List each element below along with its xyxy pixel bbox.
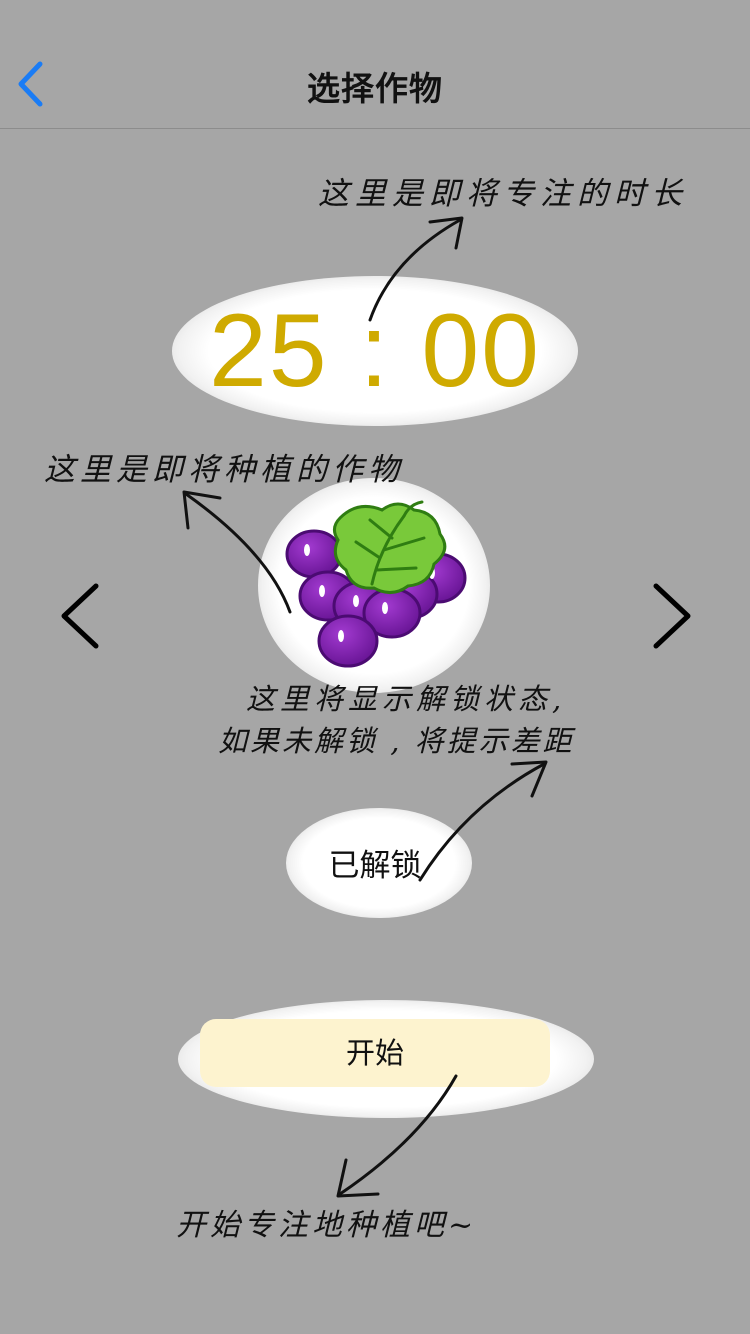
focus-duration-timer: 25 : 00 [208,293,542,409]
start-button[interactable]: 开始 [200,1019,550,1087]
page-title: 选择作物 [307,69,443,108]
crop-annotation: 这里是即将种植的作物 [44,452,404,488]
status-annotation-line2: 如果未解锁 , 将提示差距 [218,724,575,758]
previous-crop-button[interactable] [52,576,112,656]
grape-icon [285,500,467,668]
timer-annotation: 这里是即将专注的时长 [318,176,688,212]
chevron-left-icon [61,583,99,649]
start-annotation: 开始专注地种植吧~ [176,1208,478,1243]
chevron-right-icon [653,583,691,649]
unlock-status-label: 已解锁 [328,848,422,884]
crop-image [280,498,470,673]
status-annotation-line1: 这里将显示解锁状态, [246,682,567,716]
navigation-bar: 选择作物 [0,0,750,129]
next-crop-button[interactable] [640,576,700,656]
